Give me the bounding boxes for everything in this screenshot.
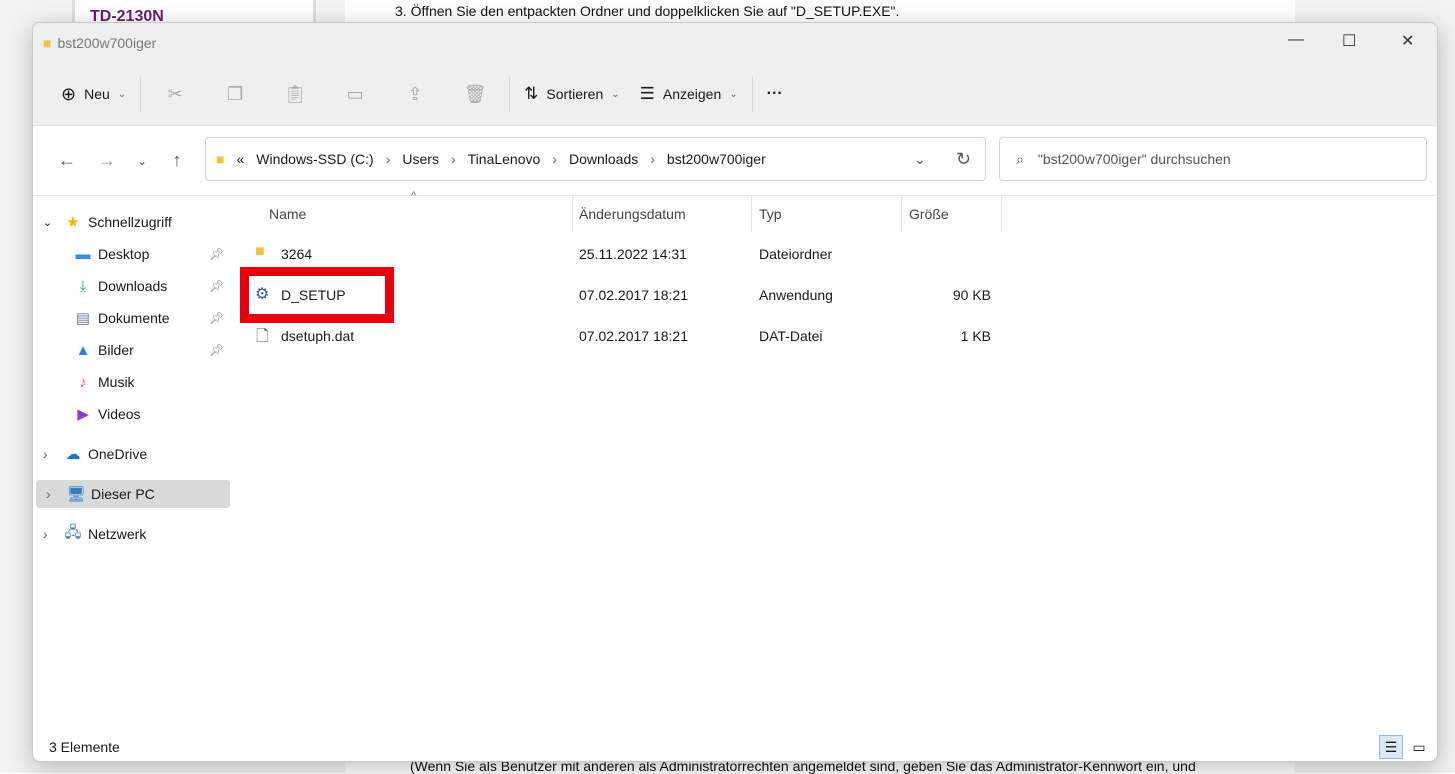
view-lines-icon: ☰: [639, 84, 655, 103]
sidebar-item-quick-access[interactable]: ⌄ ★ Schnellzugriff: [33, 208, 227, 236]
file-icon: 🗋: [256, 328, 269, 345]
address-box[interactable]: ■ « Windows-SSD (C:) › Users › TinaLenovo ›…: [205, 137, 986, 181]
overflow-crumb[interactable]: «: [236, 151, 244, 167]
cut-button[interactable]: ✂: [145, 76, 205, 112]
file-explorer-window: ■ bst200w700iger — ☐ ✕ ⊕ Neu ⌄ ✂ ❐ 📋︎ ▭ ⇪ …: [32, 22, 1438, 762]
sort-icon: ⇅: [524, 84, 539, 103]
close-button[interactable]: ✕: [1401, 31, 1414, 51]
network-icon: 🖧: [64, 523, 82, 541]
details-view-button[interactable]: ☰: [1379, 735, 1403, 759]
command-bar: ⊕ Neu ⌄ ✂ ❐ 📋︎ ▭ ⇪ 🗑︎ ⇅ Sortieren ⌄ ☰ Anzeige…: [33, 63, 1437, 126]
status-bar: 3 Elemente ☰ ▭: [33, 733, 1437, 761]
pictures-icon: ▲: [75, 341, 91, 359]
pin-icon: 📌︎: [209, 279, 225, 293]
clipboard-icon: 📋︎: [283, 83, 307, 104]
sort-button[interactable]: ⇅ Sortieren ⌄: [514, 76, 629, 112]
back-arrow-icon[interactable]: ←: [47, 150, 87, 171]
video-icon: ▶: [77, 406, 89, 423]
column-header-size[interactable]: Größe: [901, 196, 1002, 232]
folder-icon: ■: [255, 243, 265, 260]
search-input[interactable]: "bst200w700iger" durchsuchen: [1038, 151, 1231, 167]
address-dropdown-icon[interactable]: ⌄: [914, 151, 926, 168]
copy-icon: ❐: [227, 83, 244, 104]
pin-icon: 📌︎: [209, 247, 225, 261]
star-icon: ★: [66, 214, 80, 231]
sidebar-item-network[interactable]: › 🖧 Netzwerk: [33, 520, 227, 548]
download-icon: ⤓: [79, 277, 87, 295]
refresh-icon[interactable]: ↻: [956, 149, 971, 170]
maximize-button[interactable]: ☐: [1342, 31, 1356, 51]
cloud-icon: ☁: [65, 446, 81, 463]
paste-button[interactable]: 📋︎: [265, 76, 325, 112]
setup-icon: ⚙: [255, 286, 270, 303]
column-header-type[interactable]: Typ: [751, 196, 902, 232]
breadcrumb-3[interactable]: Downloads: [569, 151, 638, 167]
search-icon: ⌕: [1016, 150, 1024, 167]
file-row[interactable]: ⚙ D_SETUP 07.02.2017 18:21 Anwendung 90 …: [231, 267, 1011, 323]
tiles-view-button[interactable]: ▭: [1407, 735, 1431, 759]
breadcrumb-1[interactable]: Users: [402, 151, 439, 167]
sidebar-item-music[interactable]: ♪ Musik: [33, 368, 227, 396]
document-icon: ▤: [75, 310, 91, 327]
minimize-button[interactable]: —: [1288, 31, 1304, 49]
scissors-icon: ✂: [167, 83, 183, 104]
sidebar-item-documents[interactable]: ▤ Dokumente 📌︎: [33, 304, 227, 332]
breadcrumb-2[interactable]: TinaLenovo: [468, 151, 541, 167]
breadcrumb-4[interactable]: bst200w700iger: [667, 151, 766, 167]
folder-icon: ■: [216, 151, 225, 167]
recent-chevron-icon[interactable]: ⌄: [127, 154, 157, 168]
sidebar-item-this-pc[interactable]: › 🖥︎ Dieser PC: [36, 480, 230, 508]
sidebar-item-onedrive[interactable]: › ☁ OneDrive: [33, 440, 227, 468]
pin-icon: 📌︎: [209, 311, 225, 325]
share-button[interactable]: ⇪: [385, 76, 445, 112]
up-arrow-icon[interactable]: ↑: [157, 150, 197, 171]
folder-icon: ■: [43, 35, 52, 51]
title-bar: ■ bst200w700iger — ☐ ✕: [33, 23, 1437, 63]
sidebar-item-videos[interactable]: ▶ Videos: [33, 400, 227, 428]
navigation-pane: ⌄ ★ Schnellzugriff ▬ Desktop 📌︎ ⤓ Downloads 📌︎…: [33, 196, 231, 737]
pin-icon: 📌︎: [209, 343, 225, 357]
view-button[interactable]: ☰ Anzeigen ⌄: [630, 76, 748, 112]
rename-icon: ▭: [346, 83, 364, 104]
share-icon: ⇪: [407, 83, 423, 104]
delete-button[interactable]: 🗑︎: [445, 76, 505, 112]
forward-arrow-icon[interactable]: →: [87, 150, 127, 171]
rename-button[interactable]: ▭: [325, 76, 385, 112]
music-icon: ♪: [79, 373, 87, 391]
sidebar-item-downloads[interactable]: ⤓ Downloads 📌︎: [33, 272, 227, 300]
column-header-date[interactable]: Änderungsdatum: [571, 196, 752, 232]
sidebar-item-pictures[interactable]: ▲ Bilder 📌︎: [33, 336, 227, 364]
file-row[interactable]: 🗋 dsetuph.dat 07.02.2017 18:21 DAT-Datei…: [231, 316, 1011, 356]
breadcrumb-0[interactable]: Windows-SSD (C:): [256, 151, 373, 167]
new-button[interactable]: ⊕ Neu ⌄: [51, 76, 136, 112]
computer-icon: 🖥︎: [66, 486, 86, 503]
sidebar-item-desktop[interactable]: ▬ Desktop 📌︎: [33, 240, 227, 268]
more-button[interactable]: ···: [757, 76, 793, 112]
plus-circle-icon: ⊕: [61, 83, 77, 104]
search-box[interactable]: ⌕ "bst200w700iger" durchsuchen: [999, 137, 1427, 181]
item-count: 3 Elemente: [49, 739, 120, 755]
window-title: bst200w700iger: [57, 35, 157, 51]
trash-icon: 🗑︎: [463, 83, 487, 104]
column-header-name[interactable]: Name: [261, 196, 573, 232]
desktop-icon: ▬: [75, 245, 91, 263]
instruction-step: 3. Öffnen Sie den entpackten Ordner und …: [395, 3, 900, 19]
file-list: ^ Name Änderungsdatum Typ Größe ■ 3264 2…: [231, 190, 1437, 737]
copy-button[interactable]: ❐: [205, 76, 265, 112]
